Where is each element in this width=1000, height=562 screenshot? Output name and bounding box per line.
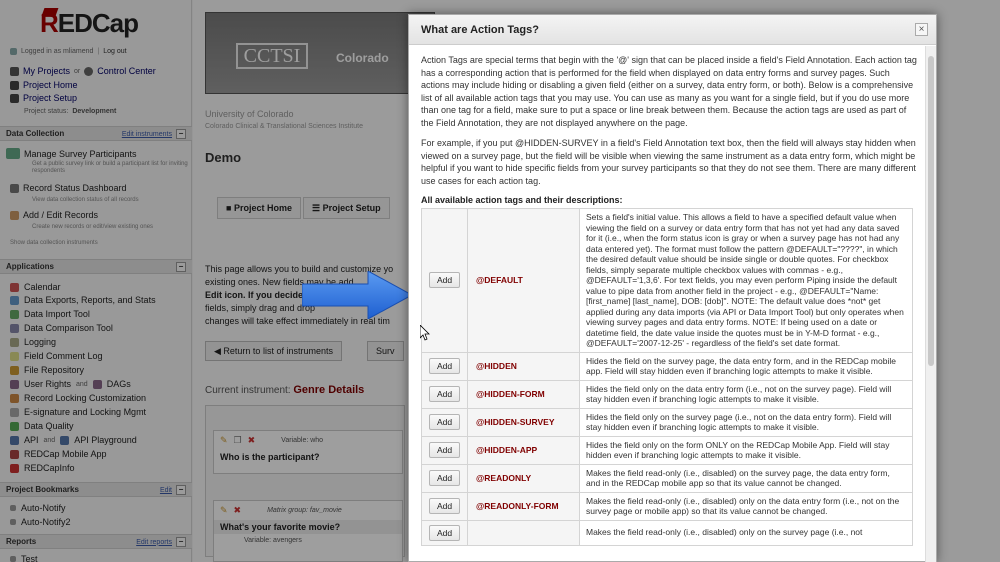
tag-description: Hides the field only on the form ONLY on… (579, 435, 913, 465)
add-button[interactable]: Add (428, 358, 461, 374)
tag-description: Hides the field only on the survey page … (579, 407, 913, 437)
dialog-body: Action Tags are special terms that begin… (409, 46, 927, 562)
mouse-cursor-icon (420, 325, 430, 341)
tag-name: @DEFAULT (467, 208, 580, 353)
add-button[interactable]: Add (428, 386, 461, 402)
action-tags-table: Add @DEFAULT Sets a field's initial valu… (421, 208, 913, 546)
action-tags-dialog: What are Action Tags? × Action Tags are … (408, 14, 937, 562)
dialog-intro-text: Action Tags are special terms that begin… (421, 55, 917, 128)
tag-name: @HIDDEN-FORM (467, 379, 580, 409)
add-button[interactable]: Add (428, 442, 461, 458)
tag-name: @READONLY (467, 463, 580, 493)
table-row: Add @HIDDEN-FORM Hides the field only on… (421, 379, 913, 409)
add-cell: Add (421, 491, 468, 521)
add-cell: Add (421, 379, 468, 409)
add-cell: Add (421, 407, 468, 437)
tag-description: Hides the field on the survey page, the … (579, 351, 913, 381)
add-cell: Add (421, 435, 468, 465)
table-row: Add @DEFAULT Sets a field's initial valu… (421, 208, 913, 353)
tag-description: Sets a field's initial value. This allow… (579, 208, 913, 353)
add-cell: Add (421, 463, 468, 493)
tag-name: @HIDDEN (467, 351, 580, 381)
dialog-scrollbar[interactable] (925, 46, 936, 562)
tag-name (467, 519, 580, 546)
table-row: Add @READONLY Makes the field read-only … (421, 463, 913, 493)
dialog-example-text: For example, if you put @HIDDEN-SURVEY i… (421, 138, 916, 186)
tag-description: Hides the field only on the data entry f… (579, 379, 913, 409)
tag-name: @HIDDEN-APP (467, 435, 580, 465)
table-row: Add @HIDDEN-SURVEY Hides the field only … (421, 407, 913, 437)
add-cell: Add (421, 519, 468, 546)
add-cell: Add (421, 351, 468, 381)
dialog-titlebar[interactable]: What are Action Tags? × (409, 15, 936, 45)
add-button[interactable]: Add (428, 470, 461, 486)
tag-description: Makes the field read-only (i.e., disable… (579, 491, 913, 521)
pointer-arrow-icon (302, 271, 414, 319)
table-row: Add Makes the field read-only (i.e., dis… (421, 519, 913, 546)
close-icon[interactable]: × (915, 23, 928, 36)
action-tags-heading: All available action tags and their desc… (421, 195, 623, 205)
tag-description: Makes the field read-only (i.e., disable… (579, 519, 913, 546)
add-button[interactable]: Add (428, 414, 461, 430)
add-button[interactable]: Add (428, 272, 461, 289)
add-button[interactable]: Add (428, 524, 461, 541)
add-button[interactable]: Add (428, 498, 461, 514)
tag-name: @HIDDEN-SURVEY (467, 407, 580, 437)
tag-name: @READONLY-FORM (467, 491, 580, 521)
scrollbar-thumb[interactable] (928, 56, 934, 366)
table-row: Add @HIDDEN Hides the field on the surve… (421, 351, 913, 381)
dialog-title: What are Action Tags? (421, 23, 539, 36)
table-row: Add @READONLY-FORM Makes the field read-… (421, 491, 913, 521)
tag-description: Makes the field read-only (i.e., disable… (579, 463, 913, 493)
table-row: Add @HIDDEN-APP Hides the field only on … (421, 435, 913, 465)
